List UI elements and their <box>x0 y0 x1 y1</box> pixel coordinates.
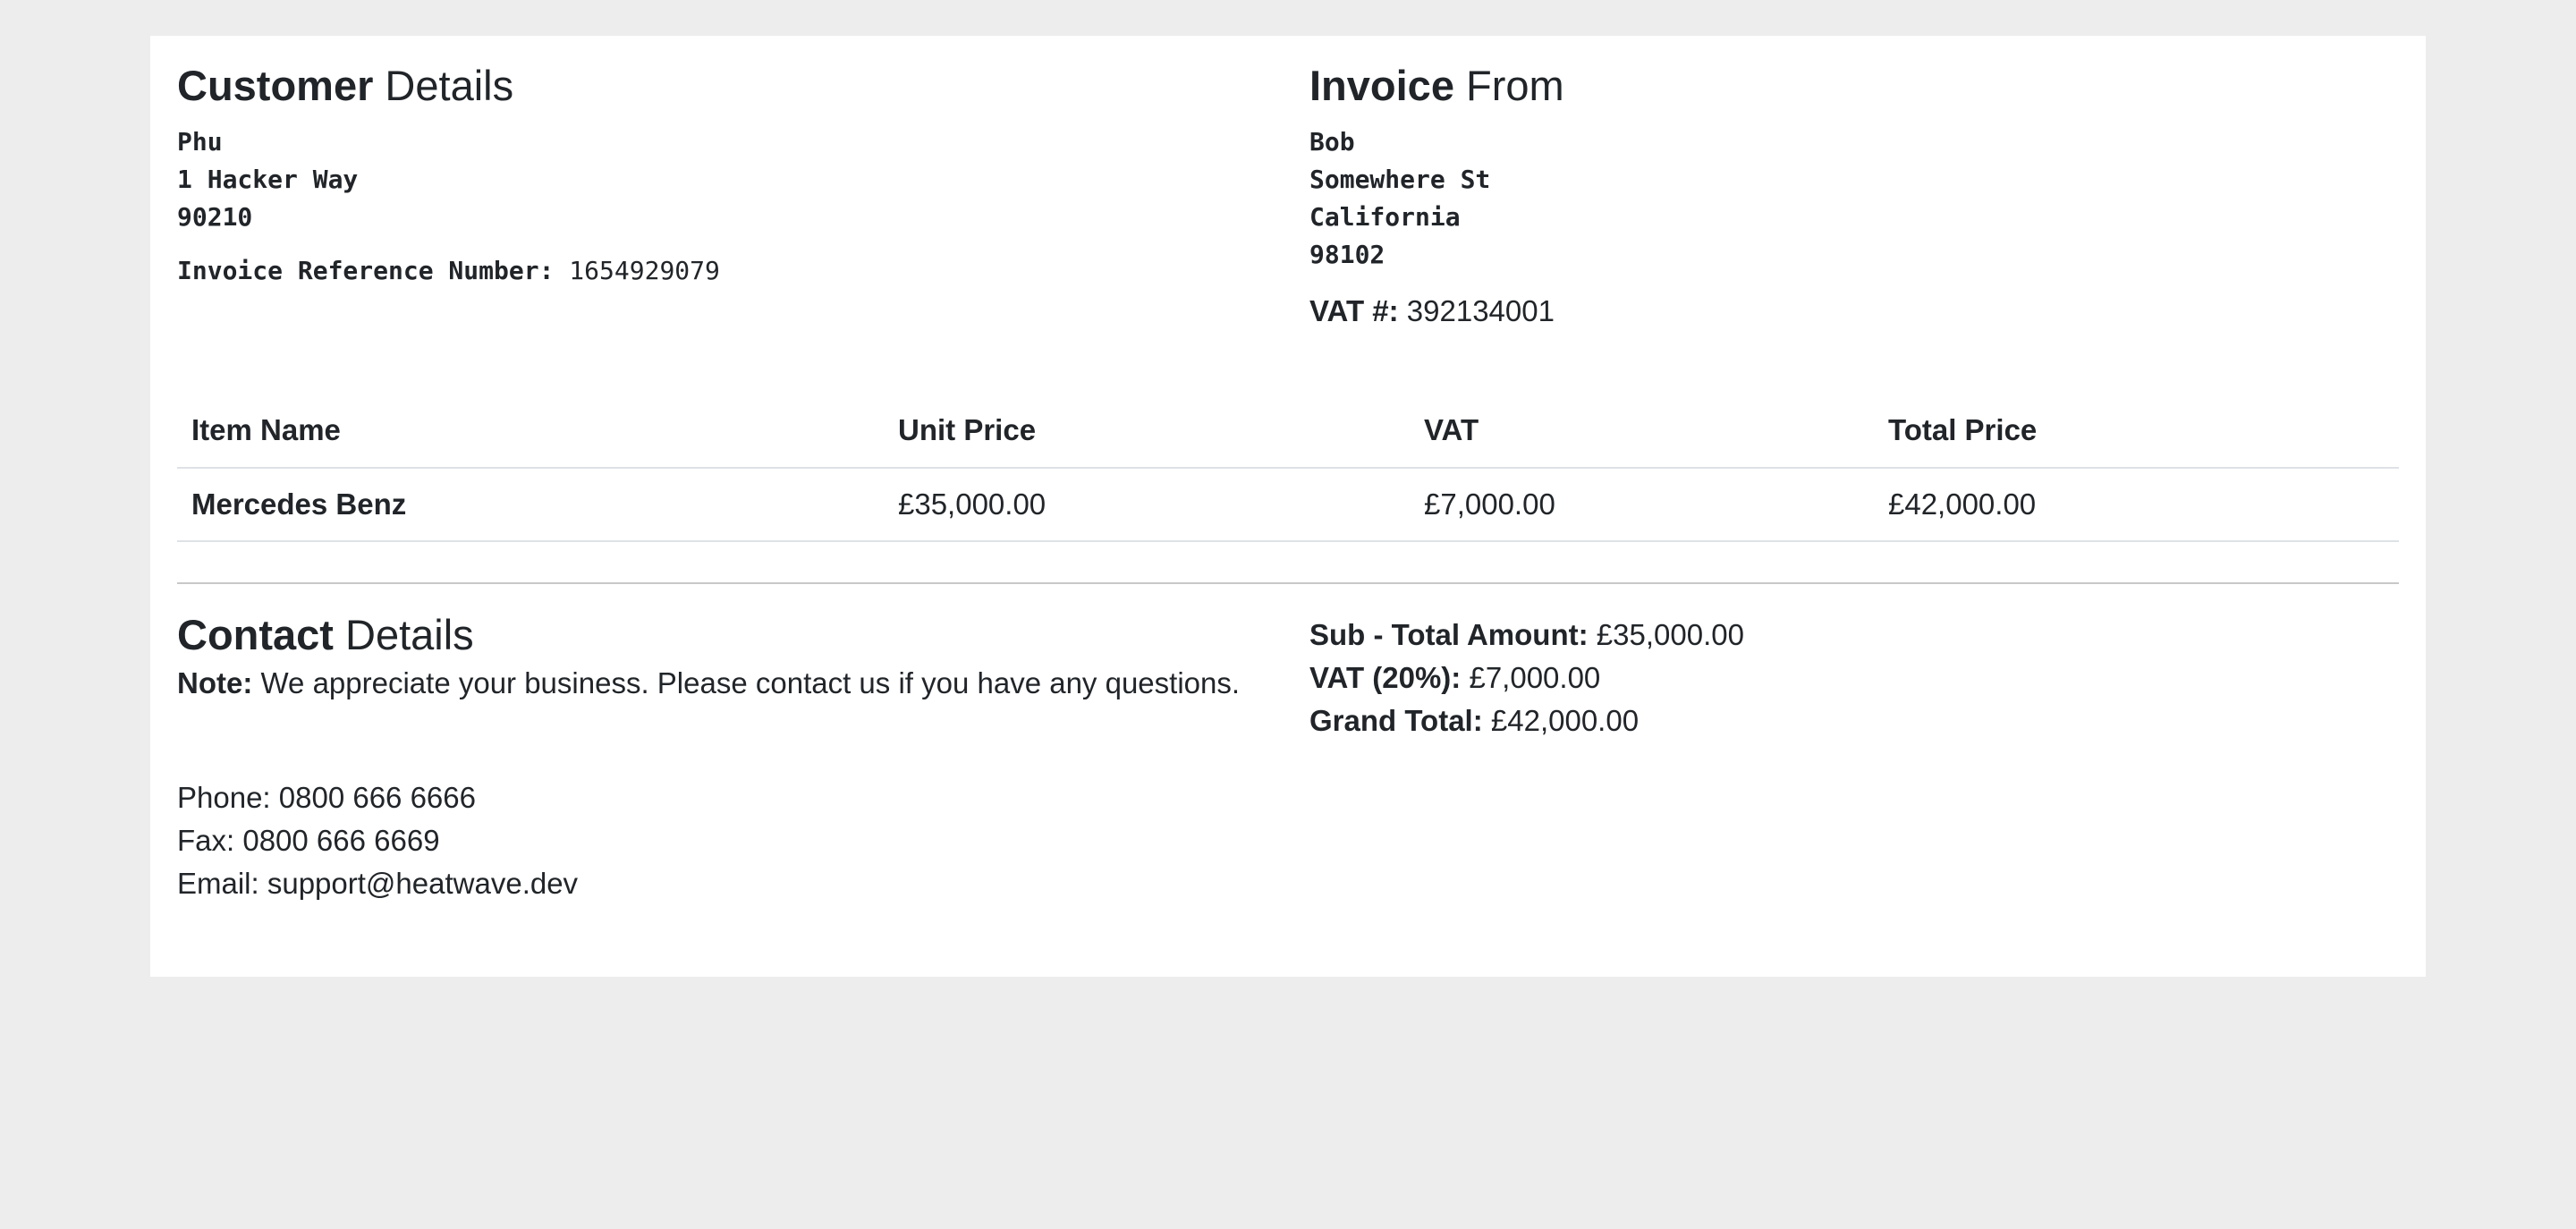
header-item-name: Item Name <box>177 394 884 469</box>
sender-vat-label: VAT #: <box>1309 294 1399 328</box>
subtotal-value: £35,000.00 <box>1588 618 1744 651</box>
invoice-from-title: Invoice From <box>1309 62 1564 109</box>
vat-total-line: VAT (20%): £7,000.00 <box>1309 657 1744 699</box>
sender-vat-value: 392134001 <box>1398 294 1555 328</box>
subtotal-label: Sub - Total Amount: <box>1309 618 1589 651</box>
customer-name: Phu <box>177 127 223 157</box>
invoice-reference: Invoice Reference Number: 1654929079 <box>177 252 720 290</box>
section-divider <box>177 582 2399 584</box>
customer-address: Phu 1 Hacker Way 90210 <box>177 123 720 236</box>
grand-total-label: Grand Total: <box>1309 704 1483 737</box>
customer-postcode: 90210 <box>177 202 253 233</box>
contact-note-text: We appreciate your business. Please cont… <box>252 666 1241 700</box>
invoice-card: Customer Details Phu 1 Hacker Way 90210 … <box>150 36 2426 977</box>
invoice-from: Invoice From Bob Somewhere St California… <box>1309 61 1564 333</box>
customer-details: Customer Details Phu 1 Hacker Way 90210 … <box>177 61 720 290</box>
items-table: Item Name Unit Price VAT Total Price Mer… <box>177 394 2399 542</box>
contact-details: Contact Details Note: We appreciate your… <box>177 610 1240 905</box>
grand-total-line: Grand Total: £42,000.00 <box>1309 699 1744 742</box>
sender-street: Somewhere St <box>1309 165 1491 195</box>
contact-phone: Phone: 0800 666 6666 <box>177 781 476 815</box>
contact-fax: Fax: 0800 666 6669 <box>177 824 440 858</box>
customer-details-title: Customer Details <box>177 62 514 109</box>
header-unit-price: Unit Price <box>884 394 1410 469</box>
table-header-row: Item Name Unit Price VAT Total Price <box>177 394 2399 469</box>
contact-info: Phone: 0800 666 6666 Fax: 0800 666 6669 … <box>177 776 1240 905</box>
sender-address: Bob Somewhere St California 98102 <box>1309 123 1564 274</box>
item-name-cell: Mercedes Benz <box>177 468 884 542</box>
invoice-reference-label: Invoice Reference Number: <box>177 256 555 286</box>
header-vat: VAT <box>1410 394 1874 469</box>
contact-email: Email: support@heatwave.dev <box>177 867 579 901</box>
vat-total-label: VAT (20%): <box>1309 661 1462 694</box>
unit-price-cell: £35,000.00 <box>884 468 1410 542</box>
contact-details-title: Contact Details <box>177 611 474 658</box>
vat-cell: £7,000.00 <box>1410 468 1874 542</box>
header-total-price: Total Price <box>1874 394 2399 469</box>
sender-vat-number: VAT #: 392134001 <box>1309 290 1564 333</box>
sender-state: California <box>1309 202 1461 233</box>
total-price-cell: £42,000.00 <box>1874 468 2399 542</box>
table-row: Mercedes Benz £35,000.00 £7,000.00 £42,0… <box>177 468 2399 542</box>
customer-address-line: 1 Hacker Way <box>177 165 359 195</box>
subtotal-line: Sub - Total Amount: £35,000.00 <box>1309 614 1744 657</box>
contact-note: Note: We appreciate your business. Pleas… <box>177 662 1240 705</box>
invoice-reference-value: 1654929079 <box>554 256 720 286</box>
invoice-totals: Sub - Total Amount: £35,000.00 VAT (20%)… <box>1309 614 1744 742</box>
sender-postcode: 98102 <box>1309 240 1385 270</box>
contact-note-label: Note: <box>177 666 253 700</box>
sender-name: Bob <box>1309 127 1355 157</box>
vat-total-value: £7,000.00 <box>1461 661 1601 694</box>
grand-total-value: £42,000.00 <box>1482 704 1640 737</box>
